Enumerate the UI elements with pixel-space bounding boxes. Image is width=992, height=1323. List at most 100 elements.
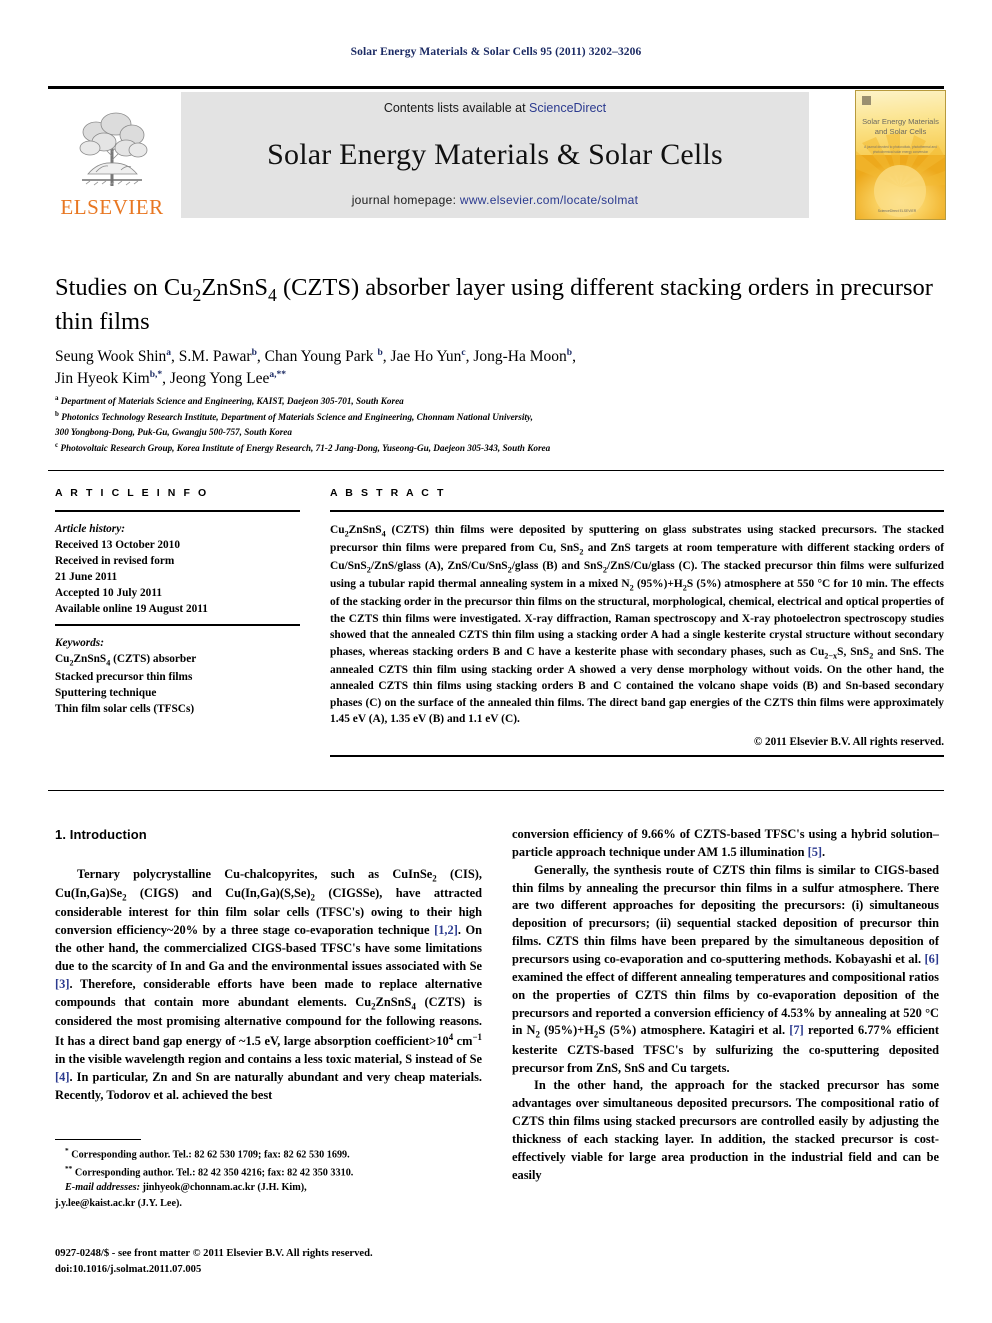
footnote-text: Corresponding author. Tel.: 82 62 530 17… bbox=[71, 1149, 350, 1161]
footnote-item: * Corresponding author. Tel.: 82 62 530 … bbox=[55, 1145, 482, 1163]
paragraph: Ternary polycrystalline Cu-chalcopyrites… bbox=[55, 866, 482, 1102]
footnote-item: ** Corresponding author. Tel.: 82 42 350… bbox=[55, 1163, 482, 1181]
elsevier-tree-icon bbox=[79, 112, 148, 186]
history-item: Accepted 10 July 2011 bbox=[55, 587, 163, 600]
email-address[interactable]: jinhyeok@chonnam.ac.kr (J.H. Kim), bbox=[140, 1182, 307, 1193]
citation-link[interactable]: [4] bbox=[55, 1070, 69, 1084]
paragraph-text: Generally, the synthesis route of CZTS t… bbox=[512, 862, 939, 967]
affiliation-item: a Department of Materials Science and En… bbox=[55, 393, 935, 409]
author-mark: b bbox=[566, 347, 573, 358]
footnote-mark-star: * bbox=[65, 1146, 69, 1155]
author-mark: a bbox=[166, 347, 172, 358]
journal-title: Solar Energy Materials & Solar Cells bbox=[267, 138, 723, 171]
affiliation-item: b Photonics Technology Research Institut… bbox=[55, 409, 935, 425]
body-column-right: conversion efficiency of 9.66% of CZTS-b… bbox=[512, 826, 939, 1185]
keyword-item: Sputtering technique bbox=[55, 686, 157, 699]
cover-title: Solar Energy Materials and Solar Cells bbox=[862, 117, 939, 137]
footnote-rule bbox=[55, 1139, 141, 1140]
paragraph: Generally, the synthesis route of CZTS t… bbox=[512, 862, 939, 1075]
running-head: Solar Energy Materials & Solar Cells 95 … bbox=[350, 46, 642, 58]
section-heading-introduction: 1. Introduction bbox=[55, 827, 147, 842]
affiliation-item: 300 Yongbong-Dong, Puk-Gu, Gwangju 500-7… bbox=[55, 425, 935, 440]
affiliation-text: Department of Materials Science and Engi… bbox=[60, 396, 404, 407]
history-item: 21 June 2011 bbox=[55, 571, 118, 584]
article-info-panel: A R T I C L E I N F O Article history: R… bbox=[55, 487, 300, 717]
cover-logo-block bbox=[862, 96, 871, 105]
history-item: Available online 19 August 2011 bbox=[55, 603, 208, 616]
citation-link[interactable]: [1,2] bbox=[434, 923, 458, 937]
author-list: Seung Wook Shina, S.M. Pawarb, Chan Youn… bbox=[55, 347, 576, 388]
keyword-item: Thin film solar cells (TFSCs) bbox=[55, 702, 195, 715]
imprint-block: 0927-0248/$ - see front matter © 2011 El… bbox=[55, 1246, 515, 1278]
doi-line[interactable]: doi:10.1016/j.solmat.2011.07.005 bbox=[55, 1262, 515, 1278]
author-name: Jae Ho Yun bbox=[390, 348, 462, 365]
affiliation-text: 300 Yongbong-Dong, Puk-Gu, Gwangju 500-7… bbox=[55, 426, 292, 437]
affiliation-mark: a bbox=[55, 394, 59, 402]
history-item: Received in revised form bbox=[55, 555, 175, 568]
author-name: S.M. Pawar bbox=[178, 348, 252, 365]
article-info-heading: A R T I C L E I N F O bbox=[55, 487, 209, 499]
elsevier-wordmark: ELSEVIER bbox=[60, 195, 164, 219]
footnote-block: * Corresponding author. Tel.: 82 62 530 … bbox=[55, 1145, 482, 1211]
paragraph: In the other hand, the approach for the … bbox=[512, 1078, 939, 1182]
article-history-label: Article history: bbox=[55, 523, 125, 535]
keyword-list: Keywords: Cu2ZnSnS4 (CZTS) absorber Stac… bbox=[55, 635, 300, 717]
author-name: Jin Hyeok Kim bbox=[55, 370, 150, 388]
keywords-label: Keywords: bbox=[55, 636, 104, 649]
keyword-item: Cu2ZnSnS4 (CZTS) absorber bbox=[55, 652, 197, 668]
info-section-top-rule bbox=[48, 470, 944, 471]
affiliation-text: Photovoltaic Research Group, Korea Insti… bbox=[60, 442, 551, 453]
article-history: Article history: Received 13 October 201… bbox=[55, 521, 300, 617]
paragraph: conversion efficiency of 9.66% of CZTS-b… bbox=[512, 826, 939, 862]
abstract-heading: A B S T R A C T bbox=[330, 487, 446, 499]
homepage-line: journal homepage: www.elsevier.com/locat… bbox=[352, 193, 639, 207]
citation-link[interactable]: [7] bbox=[789, 1023, 803, 1037]
cover-footer: ScienceDirect ELSEVIER bbox=[877, 209, 917, 214]
author-mark: a,** bbox=[269, 370, 286, 381]
paragraph-text: conversion efficiency of 9.66% of CZTS-b… bbox=[512, 827, 939, 859]
paragraph-text: . bbox=[822, 844, 826, 859]
contents-line: Contents lists available at ScienceDirec… bbox=[384, 101, 606, 115]
abstract-panel: A B S T R A C T Cu2ZnSnS4 (CZTS) thin fi… bbox=[330, 487, 944, 758]
citation-link[interactable]: [3] bbox=[55, 977, 69, 991]
footnote-text: Corresponding author. Tel.: 82 42 350 42… bbox=[74, 1167, 354, 1179]
author-name: Chan Young Park bbox=[264, 348, 374, 365]
abstract-rule bbox=[330, 510, 944, 512]
affiliation-list: a Department of Materials Science and En… bbox=[55, 393, 935, 456]
body-column-left: 1. Introduction Ternary polycrystalline … bbox=[55, 826, 482, 1104]
abstract-bottom-rule bbox=[330, 755, 944, 758]
paper-page: Solar Energy Materials & Solar Cells 95 … bbox=[0, 0, 992, 1323]
affiliation-mark: b bbox=[55, 409, 59, 418]
cover-subtitle: A journal devoted to photovoltaic, photo… bbox=[864, 145, 937, 154]
author-name: Jeong Yong Lee bbox=[169, 370, 270, 388]
author-mark: b bbox=[377, 347, 383, 358]
contents-prefix: Contents lists available at bbox=[383, 101, 530, 115]
citation-link[interactable]: [5] bbox=[808, 845, 822, 859]
email-address-second[interactable]: j.y.lee@kaist.ac.kr (J.Y. Lee). bbox=[55, 1196, 482, 1211]
keywords-divider bbox=[55, 624, 300, 626]
homepage-prefix: journal homepage: bbox=[351, 193, 460, 207]
issn-line: 0927-0248/$ - see front matter © 2011 El… bbox=[55, 1248, 373, 1259]
sciencedirect-link[interactable]: ScienceDirect bbox=[529, 101, 606, 115]
abstract-copyright: © 2011 Elsevier B.V. All rights reserved… bbox=[753, 736, 944, 749]
journal-cover-thumbnail: Solar Energy Materials and Solar Cells A… bbox=[855, 90, 946, 220]
article-info-rule bbox=[55, 510, 300, 512]
affiliation-mark: c bbox=[55, 440, 59, 449]
cover-sun-icon bbox=[856, 133, 945, 219]
masthead-top-rule bbox=[48, 86, 944, 89]
footnote-mark-doublestar: ** bbox=[65, 1163, 73, 1173]
keyword-item: Stacked precursor thin films bbox=[55, 670, 193, 683]
citation-link[interactable]: [6] bbox=[925, 952, 939, 966]
author-name: Jong-Ha Moon bbox=[473, 348, 567, 365]
footnote-emails: E-mail addresses: jinhyeok@chonnam.ac.kr… bbox=[55, 1180, 482, 1195]
affiliation-text: Photonics Technology Research Institute,… bbox=[61, 412, 533, 423]
email-label: E-mail addresses: bbox=[65, 1182, 140, 1194]
info-section-bottom-rule bbox=[48, 790, 944, 791]
author-mark: c bbox=[461, 347, 466, 358]
abstract-text: Cu2ZnSnS4 (CZTS) thin films were deposit… bbox=[330, 524, 944, 725]
homepage-link[interactable]: www.elsevier.com/locate/solmat bbox=[460, 193, 638, 207]
elsevier-logo: ELSEVIER bbox=[48, 92, 176, 218]
page-title: Studies on Cu2ZnSnS4 (CZTS) absorber lay… bbox=[55, 274, 933, 336]
history-item: Received 13 October 2010 bbox=[55, 539, 180, 552]
author-mark: b bbox=[251, 347, 257, 358]
